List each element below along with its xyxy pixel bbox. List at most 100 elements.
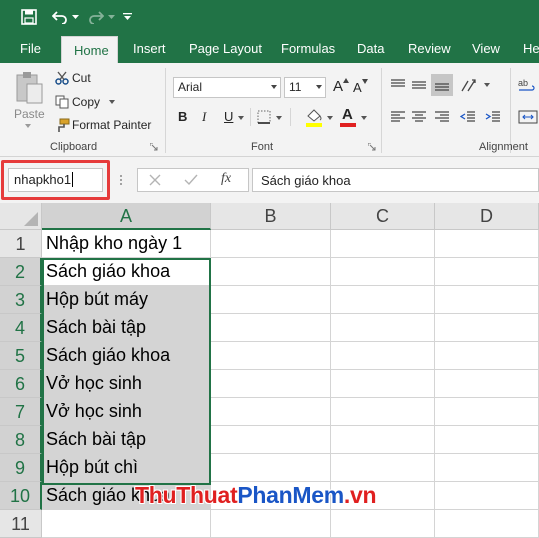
format-painter-button[interactable]: Format Painter	[72, 118, 151, 132]
align-right-icon[interactable]	[433, 108, 451, 126]
row-header[interactable]: 3	[0, 286, 42, 314]
insert-function-button[interactable]: fx	[221, 171, 231, 187]
font-color-dropdown-icon[interactable]	[361, 116, 367, 120]
enter-icon[interactable]	[183, 172, 199, 188]
row-header[interactable]: 8	[0, 426, 42, 454]
row-header[interactable]: 10	[0, 482, 42, 510]
cell-a7[interactable]: Vở học sinh	[42, 398, 211, 426]
formula-bar-grip-icon[interactable]	[118, 172, 124, 188]
font-family-select[interactable]: Arial	[173, 77, 281, 98]
cell-d4[interactable]	[435, 314, 539, 342]
cell-c11[interactable]	[331, 510, 435, 538]
formula-input[interactable]: Sách giáo khoa	[252, 168, 539, 192]
cell-a5[interactable]: Sách giáo khoa	[42, 342, 211, 370]
align-bottom-icon[interactable]	[431, 74, 453, 96]
underline-button[interactable]: U	[224, 109, 233, 124]
font-size-select[interactable]: 11	[284, 77, 326, 98]
cell-c4[interactable]	[331, 314, 435, 342]
cell-a6[interactable]: Vở học sinh	[42, 370, 211, 398]
cell-b6[interactable]	[211, 370, 331, 398]
cell-c8[interactable]	[331, 426, 435, 454]
tab-home[interactable]: Home	[61, 36, 118, 63]
tab-page-layout[interactable]: Page Layout	[189, 34, 262, 63]
paste-button[interactable]: Paste	[14, 107, 45, 121]
copy-button[interactable]: Copy	[72, 95, 100, 109]
cell-d8[interactable]	[435, 426, 539, 454]
format-painter-icon[interactable]	[54, 117, 70, 133]
cell-d6[interactable]	[435, 370, 539, 398]
cell-c9[interactable]	[331, 454, 435, 482]
column-header-c[interactable]: C	[331, 203, 435, 230]
cell-a2[interactable]: Sách giáo khoa	[42, 258, 211, 286]
customize-qat-icon[interactable]	[121, 7, 133, 27]
decrease-indent-icon[interactable]	[459, 108, 477, 126]
cell-c1[interactable]	[331, 230, 435, 258]
orientation-dropdown-icon[interactable]	[484, 83, 490, 87]
cell-d10[interactable]	[435, 482, 539, 510]
column-header-a[interactable]: A	[42, 203, 211, 230]
cell-b1[interactable]	[211, 230, 331, 258]
row-header[interactable]: 5	[0, 342, 42, 370]
paste-dropdown-icon[interactable]	[25, 124, 31, 128]
italic-button[interactable]: I	[202, 109, 206, 125]
underline-dropdown-icon[interactable]	[238, 116, 244, 120]
merge-center-icon[interactable]	[517, 108, 539, 126]
redo-icon[interactable]	[86, 7, 106, 27]
align-left-icon[interactable]	[389, 108, 407, 126]
cell-b7[interactable]	[211, 398, 331, 426]
fill-color-dropdown-icon[interactable]	[327, 116, 333, 120]
cell-a8[interactable]: Sách bài tập	[42, 426, 211, 454]
cell-b5[interactable]	[211, 342, 331, 370]
cut-icon[interactable]	[54, 70, 70, 86]
cell-b11[interactable]	[211, 510, 331, 538]
cell-d1[interactable]	[435, 230, 539, 258]
tab-help[interactable]: He	[523, 34, 539, 63]
cell-a4[interactable]: Sách bài tập	[42, 314, 211, 342]
row-header[interactable]: 6	[0, 370, 42, 398]
cell-c2[interactable]	[331, 258, 435, 286]
row-header[interactable]: 2	[0, 258, 42, 286]
borders-icon[interactable]	[256, 109, 272, 125]
grow-font-button[interactable]: A	[333, 78, 343, 95]
tab-file[interactable]: File	[20, 34, 41, 63]
orientation-icon[interactable]	[459, 76, 479, 94]
cell-b9[interactable]	[211, 454, 331, 482]
paste-icon[interactable]	[12, 70, 46, 106]
save-icon[interactable]	[18, 7, 40, 27]
cell-c6[interactable]	[331, 370, 435, 398]
cell-a9[interactable]: Hộp bút chì	[42, 454, 211, 482]
cell-d2[interactable]	[435, 258, 539, 286]
row-header[interactable]: 7	[0, 398, 42, 426]
cell-b3[interactable]	[211, 286, 331, 314]
cancel-icon[interactable]	[147, 172, 163, 188]
undo-dropdown-icon[interactable]	[70, 7, 80, 27]
cell-a3[interactable]: Hộp bút máy	[42, 286, 211, 314]
cell-d3[interactable]	[435, 286, 539, 314]
cell-d9[interactable]	[435, 454, 539, 482]
borders-dropdown-icon[interactable]	[276, 116, 282, 120]
font-launcher-icon[interactable]	[368, 143, 376, 151]
tab-view[interactable]: View	[472, 34, 500, 63]
tab-review[interactable]: Review	[408, 34, 451, 63]
cell-c5[interactable]	[331, 342, 435, 370]
cell-d5[interactable]	[435, 342, 539, 370]
copy-icon[interactable]	[54, 94, 70, 110]
cell-c7[interactable]	[331, 398, 435, 426]
fill-color-icon[interactable]	[305, 107, 323, 127]
tab-formulas[interactable]: Formulas	[281, 34, 335, 63]
cell-b4[interactable]	[211, 314, 331, 342]
tab-insert[interactable]: Insert	[133, 34, 166, 63]
cell-b8[interactable]	[211, 426, 331, 454]
wrap-text-icon[interactable]: ab	[517, 76, 539, 94]
cell-d11[interactable]	[435, 510, 539, 538]
bold-button[interactable]: B	[178, 109, 187, 124]
increase-indent-icon[interactable]	[484, 108, 502, 126]
align-top-icon[interactable]	[389, 76, 407, 94]
align-middle-icon[interactable]	[410, 76, 428, 94]
copy-dropdown-icon[interactable]	[109, 100, 115, 104]
clipboard-launcher-icon[interactable]	[150, 143, 158, 151]
undo-icon[interactable]	[50, 7, 70, 27]
cut-button[interactable]: Cut	[72, 71, 91, 85]
tab-data[interactable]: Data	[357, 34, 384, 63]
column-header-d[interactable]: D	[435, 203, 539, 230]
